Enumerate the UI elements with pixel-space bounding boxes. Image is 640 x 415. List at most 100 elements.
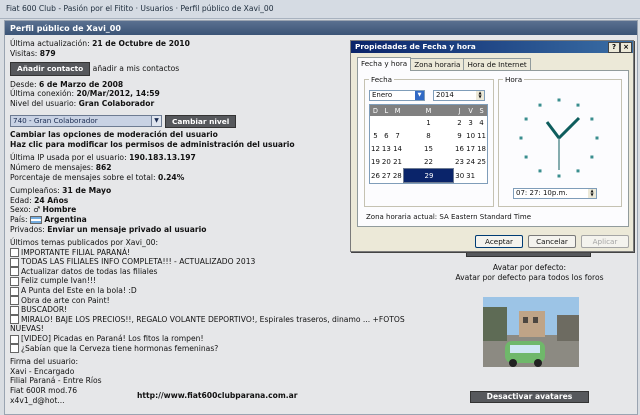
document-icon	[10, 276, 19, 286]
calendar-day[interactable]: 15	[403, 142, 454, 155]
calendar-day[interactable]: 27	[380, 168, 392, 183]
chevron-down-icon[interactable]: ▼	[415, 91, 424, 100]
calendar: D L M M J V S 1 2 3 4 5 6 7 8 9 10 11 12 13 14 15 16 17 18 19 20 21…	[369, 104, 488, 184]
calendar-day[interactable]: 24	[465, 155, 477, 169]
avatar-photo	[483, 297, 579, 367]
document-icon	[10, 344, 19, 354]
document-icon	[10, 286, 19, 296]
calendar-day[interactable]: 11	[476, 129, 487, 142]
weekday-header: D	[370, 105, 381, 116]
window-title: Fiat 600 Club - Pasión por el Fitito · U…	[6, 4, 274, 13]
change-level-button[interactable]: Cambiar nivel	[165, 114, 237, 129]
topic-link[interactable]: Obra de arte con Paint!	[10, 296, 420, 306]
month-select[interactable]: Enero ▼	[369, 90, 425, 101]
document-icon	[10, 257, 19, 267]
calendar-day[interactable]: 8	[403, 129, 454, 142]
timezone-text: Zona horaria actual: SA Eastern Standard…	[366, 213, 532, 221]
apply-button[interactable]: Aplicar	[581, 235, 629, 248]
date-group-label: Fecha	[369, 75, 395, 84]
spinner-arrows-icon[interactable]: ▲ ▼	[588, 189, 596, 198]
datetime-dialog: Propiedades de Fecha y hora ? × Fecha y …	[350, 40, 634, 252]
calendar-day[interactable]: 26	[370, 168, 381, 183]
signature-line: Filial Paraná - Entre Ríos	[10, 376, 102, 386]
calendar-day[interactable]: 28	[391, 168, 404, 183]
document-icon	[10, 296, 19, 306]
profile-title: Perfil público de Xavi_00	[10, 24, 121, 33]
dialog-title: Propiedades de Fecha y hora	[355, 42, 476, 51]
time-group-label: Hora	[503, 75, 525, 84]
calendar-day[interactable]: 9	[453, 129, 466, 142]
calendar-day[interactable]: 16	[453, 142, 466, 155]
tab-internet-time[interactable]: Hora de Internet	[463, 58, 531, 70]
calendar-day[interactable]: 22	[403, 155, 454, 169]
calendar-day	[380, 116, 392, 129]
level-select[interactable]: 740 - Gran Colaborador ▼	[10, 115, 162, 128]
cancel-button[interactable]: Cancelar	[528, 235, 576, 248]
website-link[interactable]: http://www.fiat600clubparana.com.ar	[137, 391, 298, 400]
window-titlebar: Fiat 600 Club - Pasión por el Fitito · U…	[0, 0, 640, 19]
topic-link[interactable]: TODAS LAS FILIALES INFO COMPLETA!!! - AC…	[10, 257, 420, 267]
topic-link[interactable]: Feliz cumple Ivan!!!	[10, 276, 420, 286]
signature-line: Xavi - Encargado	[10, 366, 75, 376]
weekday-header: M	[403, 105, 454, 116]
dialog-panel: Fecha Enero ▼ 2014 ▲ ▼ D L M M J V S 1 2 3 4 5 6 7 8 9 10 11…	[357, 70, 629, 227]
tab-date-time[interactable]: Fecha y hora	[357, 57, 412, 71]
date-group: Fecha Enero ▼ 2014 ▲ ▼ D L M M J V S 1 2 3 4 5 6 7 8 9 10 11…	[364, 75, 494, 207]
calendar-day[interactable]: 14	[391, 142, 404, 155]
calendar-day[interactable]: 6	[380, 129, 392, 142]
calendar-day[interactable]: 13	[380, 142, 392, 155]
calendar-day[interactable]: 3	[465, 116, 477, 129]
time-field[interactable]: 07: 27: 10p.m. ▲ ▼	[513, 188, 597, 199]
topic-link[interactable]: Actualizar datos de todas las filiales	[10, 267, 420, 277]
calendar-day[interactable]: 7	[391, 129, 404, 142]
document-icon	[10, 267, 19, 277]
calendar-day[interactable]: 25	[476, 155, 487, 169]
calendar-day[interactable]: 20	[380, 155, 392, 169]
close-icon[interactable]: ×	[620, 42, 632, 53]
calendar-day	[391, 116, 404, 129]
calendar-day[interactable]: 30	[453, 168, 466, 183]
topic-link[interactable]: [VIDEO] Picadas en Paraná! Los fitos la …	[10, 334, 420, 344]
topic-link-continuation[interactable]: NUEVAS!	[10, 324, 420, 334]
calendar-day	[370, 116, 381, 129]
default-avatar-label: Avatar por defecto:	[492, 263, 567, 272]
calendar-day[interactable]: 17	[465, 142, 477, 155]
spinner-arrows-icon[interactable]: ▲ ▼	[476, 91, 484, 100]
signature-label: Firma del usuario:	[10, 357, 79, 367]
weekday-header: V	[465, 105, 477, 116]
dialog-tabs: Fecha y hora Zona horaria Hora de Intern…	[357, 57, 531, 71]
topic-link[interactable]: MIRALO! BAJE LOS PRECIOS!!, REGALO VOLAN…	[10, 315, 420, 325]
calendar-day[interactable]: 29	[402, 168, 455, 183]
calendar-day[interactable]: 12	[370, 142, 381, 155]
calendar-day[interactable]: 4	[476, 116, 487, 129]
calendar-day[interactable]: 21	[391, 155, 404, 169]
calendar-day[interactable]: 1	[403, 116, 454, 129]
weekday-header: S	[476, 105, 487, 116]
year-spinner[interactable]: 2014 ▲ ▼	[433, 90, 485, 101]
topic-link[interactable]: A Punta del Este en la bola! :D	[10, 286, 420, 296]
add-contact-button[interactable]: Añadir contacto	[10, 62, 91, 76]
calendar-day[interactable]: 10	[465, 129, 477, 142]
document-icon	[10, 248, 19, 258]
analog-clock	[519, 98, 599, 178]
calendar-day[interactable]: 19	[370, 155, 381, 169]
ok-button[interactable]: Aceptar	[475, 235, 523, 248]
profile-header: Perfil público de Xavi_00	[5, 21, 637, 35]
calendar-day	[476, 168, 487, 183]
tab-timezone[interactable]: Zona horaria	[410, 58, 465, 70]
document-icon	[10, 334, 19, 344]
topic-link[interactable]: ¿Sabían que la Cerveza tiene hormonas fe…	[10, 344, 420, 354]
calendar-day[interactable]: 31	[465, 168, 477, 183]
disable-avatars-button[interactable]: Desactivar avatares	[470, 391, 589, 403]
male-icon: ♂	[33, 205, 41, 215]
private-message-link[interactable]: Enviar un mensaje privado al usuario	[47, 225, 206, 234]
calendar-day[interactable]: 5	[370, 129, 381, 142]
weekday-header: J	[453, 105, 466, 116]
calendar-day[interactable]: 23	[453, 155, 466, 169]
calendar-day[interactable]: 18	[476, 142, 487, 155]
topic-link[interactable]: BUSCADOR!	[10, 305, 420, 315]
chevron-down-icon[interactable]: ▼	[151, 116, 161, 127]
default-avatar-desc: Avatar por defecto para todos los foros	[455, 273, 604, 282]
calendar-day[interactable]: 2	[453, 116, 466, 129]
help-icon[interactable]: ?	[608, 42, 620, 53]
